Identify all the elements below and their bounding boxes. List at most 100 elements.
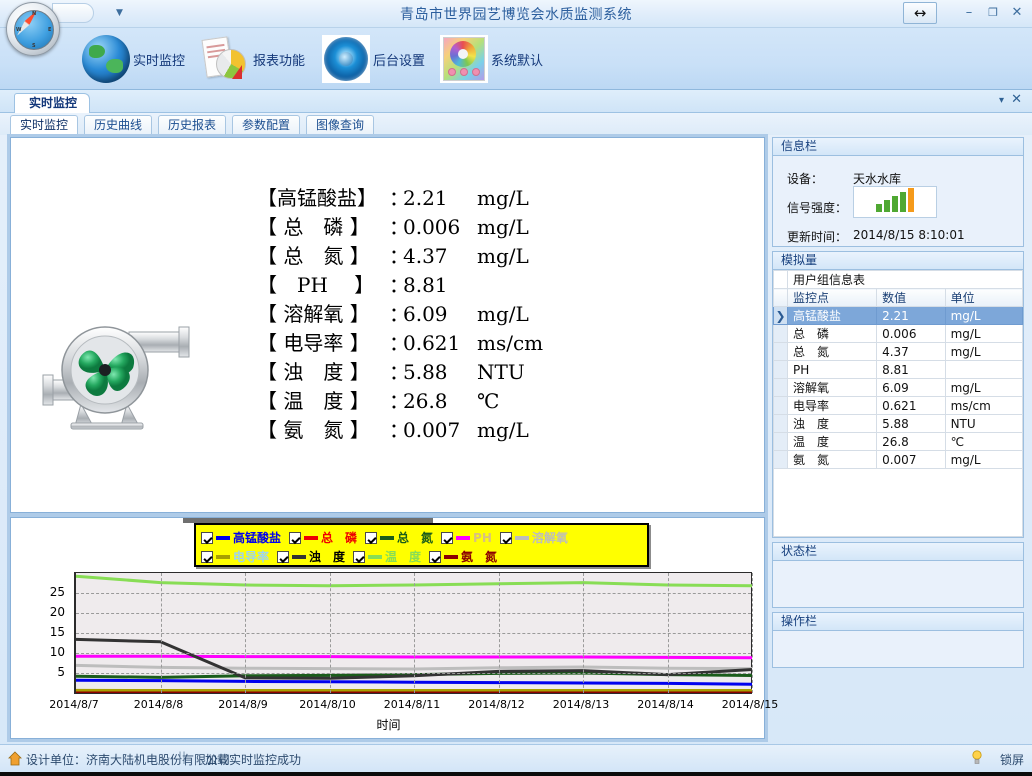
tab-0[interactable]: 实时监控 [10, 115, 78, 134]
info-panel-title: 信息栏 [773, 138, 1023, 156]
readout-name: 【 氨 氮 】 [257, 414, 389, 443]
readout-name: 【 PH 】 [257, 269, 389, 298]
tab-2[interactable]: 历史报表 [158, 115, 226, 134]
toolbar-button-report[interactable]: 报表功能 [202, 34, 305, 84]
column-header-2[interactable]: 单位 [945, 289, 1022, 307]
table-row[interactable]: 氨 氮0.007mg/L [774, 451, 1023, 469]
cell-value: 4.37 [877, 343, 945, 361]
legend-checkbox[interactable] [441, 532, 453, 544]
legend-item[interactable]: 温 度 [353, 548, 421, 565]
table-row[interactable]: 总 磷0.006mg/L [774, 325, 1023, 343]
row-selector[interactable] [774, 451, 788, 469]
x-tick-label: 2014/8/11 [384, 698, 440, 711]
row-selector[interactable] [774, 379, 788, 397]
row-gutter [774, 289, 788, 307]
legend-item[interactable]: 浊 度 [277, 548, 345, 565]
color-wheel-shape [450, 41, 476, 67]
row-selector[interactable] [774, 325, 788, 343]
row-selector[interactable] [774, 415, 788, 433]
legend-item[interactable]: 氨 氮 [429, 548, 497, 565]
row-selector[interactable] [774, 343, 788, 361]
document-close-icon[interactable]: ✕ [1011, 92, 1022, 107]
cell-point: 浊 度 [788, 415, 877, 433]
column-header-0[interactable]: 监控点 [788, 289, 877, 307]
cell-point: 温 度 [788, 433, 877, 451]
cell-unit: mg/L [945, 325, 1022, 343]
readout-row: 【 溶解氧 】：6.09mg/L [257, 298, 657, 327]
readout-colon: ： [389, 269, 403, 298]
signal-label: 信号强度： [787, 199, 847, 216]
resize-button[interactable]: ↔ [903, 2, 937, 24]
cell-value: 5.88 [877, 415, 945, 433]
legend-color-swatch [456, 536, 470, 540]
legend-checkbox[interactable] [201, 551, 213, 563]
row-selector[interactable] [774, 397, 788, 415]
minimize-button[interactable]: – [958, 4, 980, 22]
row-selector[interactable] [774, 361, 788, 379]
readout-value: 2.21 [403, 186, 469, 210]
table-row[interactable]: 溶解氧6.09mg/L [774, 379, 1023, 397]
x-tick-label: 2014/8/10 [299, 698, 355, 711]
grid-line-vertical [161, 573, 162, 693]
table-row[interactable]: 浊 度5.88NTU [774, 415, 1023, 433]
cell-unit: mg/L [945, 307, 1022, 325]
legend-label: 电导率 [233, 548, 269, 565]
readout-value: 5.88 [403, 360, 469, 384]
toolbar-button-backend-settings[interactable]: 后台设置 [322, 34, 425, 84]
realtime-readout-panel: 【高锰酸盐】：2.21mg/L【 总 磷 】：0.006mg/L【 总 氮 】：… [10, 137, 765, 513]
legend-item[interactable]: PH [441, 531, 492, 545]
close-button[interactable]: ✕ [1006, 4, 1028, 22]
legend-checkbox[interactable] [277, 551, 289, 563]
readout-row: 【 总 氮 】：4.37mg/L [257, 240, 657, 269]
toolbar-button-system-default[interactable]: 系统默认 [440, 34, 543, 84]
app-logo-compass-icon[interactable]: N E S W [6, 2, 60, 56]
legend-item[interactable]: 高锰酸盐 [201, 529, 281, 546]
document-minimize-icon[interactable]: ▾ [999, 95, 1004, 106]
operation-panel: 操作栏 [772, 612, 1024, 668]
row-selector[interactable] [774, 433, 788, 451]
y-tick-label: 5 [57, 665, 65, 679]
lock-screen-button[interactable]: 锁屏 [1000, 751, 1024, 768]
tab-1[interactable]: 历史曲线 [84, 115, 152, 134]
readout-row: 【 PH 】：8.81 [257, 269, 657, 298]
legend-checkbox[interactable] [353, 551, 365, 563]
legend-color-swatch [216, 536, 230, 540]
legend-color-swatch [380, 536, 394, 540]
legend-checkbox[interactable] [500, 532, 512, 544]
legend-checkbox[interactable] [365, 532, 377, 544]
readout-unit: NTU [477, 360, 525, 384]
legend-checkbox[interactable] [289, 532, 301, 544]
compass-east-label: E [48, 27, 51, 33]
row-gutter [774, 271, 788, 289]
x-tick-label: 2014/8/13 [553, 698, 609, 711]
document-tab-realtime[interactable]: 实时监控 [14, 93, 90, 113]
legend-checkbox[interactable] [429, 551, 441, 563]
legend-item[interactable]: 电导率 [201, 548, 269, 565]
legend-checkbox[interactable] [201, 532, 213, 544]
table-row[interactable]: ❯高锰酸盐2.21mg/L [774, 307, 1023, 325]
legend-label: 总 磷 [321, 529, 357, 546]
readout-name: 【 温 度 】 [257, 385, 389, 414]
analog-table-wrap: 用户组信息表监控点数值单位❯高锰酸盐2.21mg/L总 磷0.006mg/L总 … [773, 270, 1023, 537]
quick-access-dropdown-icon[interactable]: ▼ [116, 8, 123, 18]
cell-point: PH [788, 361, 877, 379]
device-label: 设备： [787, 170, 823, 187]
readout-value: 0.007 [403, 418, 469, 442]
table-row[interactable]: PH8.81 [774, 361, 1023, 379]
row-selector[interactable]: ❯ [774, 307, 788, 325]
legend-item[interactable]: 总 磷 [289, 529, 357, 546]
table-row[interactable]: 电导率0.621ms/cm [774, 397, 1023, 415]
tab-4[interactable]: 图像查询 [306, 115, 374, 134]
window-bottom-edge [0, 772, 1032, 776]
readout-row: 【 电导率 】：0.621ms/cm [257, 327, 657, 356]
maximize-button[interactable]: ❐ [982, 4, 1004, 22]
legend-item[interactable]: 溶解氧 [500, 529, 568, 546]
legend-item[interactable]: 总 氮 [365, 529, 433, 546]
column-header-1[interactable]: 数值 [877, 289, 945, 307]
table-row[interactable]: 温 度26.8℃ [774, 433, 1023, 451]
state-panel-body [773, 561, 1023, 607]
toolbar-button-realtime-monitor[interactable]: 实时监控 [82, 34, 185, 84]
table-row[interactable]: 总 氮4.37mg/L [774, 343, 1023, 361]
tab-3[interactable]: 参数配置 [232, 115, 300, 134]
compass-west-label: W [16, 27, 22, 33]
